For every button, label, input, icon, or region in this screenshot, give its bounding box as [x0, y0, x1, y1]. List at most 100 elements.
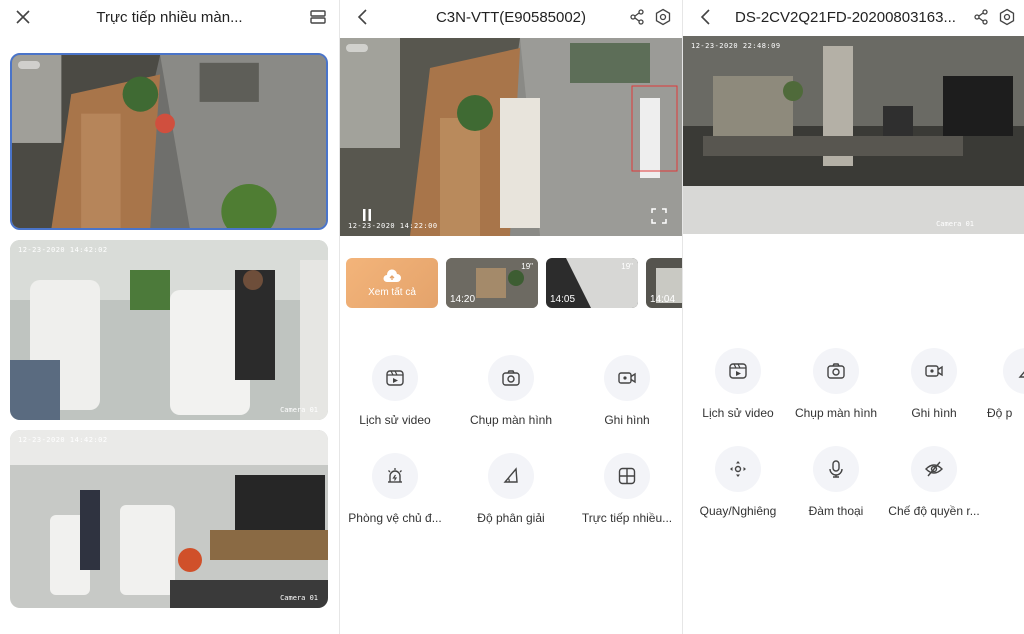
- action-screenshot[interactable]: Chụp màn hình: [781, 348, 891, 420]
- resolution-icon: [1018, 371, 1024, 378]
- record-icon: [618, 372, 636, 384]
- camera-feed-2[interactable]: 12-23-2020 14:42:02 Camera 01: [10, 240, 328, 420]
- action-record[interactable]: Ghi hình: [879, 348, 989, 420]
- video-history-icon: [729, 363, 747, 379]
- action-label: Chụp màn hình: [469, 413, 553, 427]
- brand-logo: [18, 61, 40, 69]
- action-screenshot[interactable]: Chụp màn hình: [456, 355, 566, 427]
- header: C3N-VTT(E90585002): [340, 0, 682, 34]
- feed-image: [683, 36, 1024, 234]
- pan-tilt-icon: [730, 461, 746, 477]
- action-circle[interactable]: [488, 355, 534, 401]
- action-label: Phòng vệ chủ đ...: [348, 511, 442, 525]
- action-record[interactable]: Ghi hình: [572, 355, 682, 427]
- cloud-icon: [383, 269, 401, 282]
- clip-thumbnail[interactable]: 19" 14:20: [446, 258, 538, 308]
- clip-time: 14:05: [550, 294, 576, 305]
- feed-image: [10, 240, 328, 420]
- camera-feed-1[interactable]: [10, 53, 328, 230]
- action-circle[interactable]: [488, 453, 534, 499]
- action-circle[interactable]: [1003, 348, 1024, 394]
- header: DS-2CV2Q21FD-20200803163...: [683, 0, 1024, 34]
- action-label: Quay/Nghiêng: [699, 504, 777, 518]
- action-circle[interactable]: [604, 355, 650, 401]
- fullscreen-icon[interactable]: [651, 208, 667, 224]
- camera-detail-panel-ds: DS-2CV2Q21FD-20200803163... 12-23-2020 2…: [683, 0, 1024, 634]
- action-label: Trực tiếp nhiều...: [581, 511, 673, 525]
- feed-image: [340, 38, 682, 236]
- action-label: Độ p: [987, 406, 1013, 420]
- clip-duration: 19": [521, 262, 533, 271]
- grid-icon: [618, 467, 636, 485]
- action-video-history[interactable]: Lịch sử video: [340, 355, 450, 427]
- action-pan-tilt[interactable]: Quay/Nghiêng: [683, 446, 793, 518]
- alarm-icon: [388, 468, 402, 483]
- multi-view-panel: Trực tiếp nhiều màn... 12-23-2020 14:42:…: [0, 0, 340, 634]
- feed-timestamp: 12-23-2020 14:42:02: [18, 436, 108, 444]
- layout-toggle-icon[interactable]: [309, 8, 327, 26]
- feed-timestamp: 12-23-2020 14:22:00: [348, 222, 438, 230]
- action-label: Ghi hình: [911, 406, 957, 420]
- action-video-history[interactable]: Lịch sử video: [683, 348, 793, 420]
- clip-thumbnail[interactable]: 14:04: [646, 258, 682, 308]
- action-label: Lịch sử video: [702, 406, 774, 420]
- action-label: Chế độ quyền r...: [888, 504, 980, 518]
- action-resolution-partial[interactable]: Độ p: [977, 348, 1024, 420]
- action-label: Chụp màn hình: [794, 406, 878, 420]
- action-active-defense[interactable]: Phòng vệ chủ đ...: [340, 453, 450, 525]
- live-video-feed[interactable]: 12-23-2020 14:22:00: [340, 38, 682, 236]
- share-icon[interactable]: [972, 8, 990, 26]
- action-circle[interactable]: [813, 348, 859, 394]
- action-intercom[interactable]: Đàm thoại: [781, 446, 891, 518]
- page-title: Trực tiếp nhiều màn...: [96, 8, 243, 26]
- action-label: Lịch sử video: [359, 413, 431, 427]
- action-label: Ghi hình: [604, 413, 650, 427]
- action-circle[interactable]: [813, 446, 859, 492]
- pause-icon[interactable]: [360, 208, 374, 222]
- action-circle[interactable]: [911, 446, 957, 492]
- camera-icon: [827, 363, 845, 379]
- back-icon[interactable]: [354, 8, 372, 26]
- camera-detail-panel-c3n: C3N-VTT(E90585002) 12-23-2020 14:22:00 X…: [340, 0, 683, 634]
- settings-icon[interactable]: [998, 8, 1016, 26]
- feed-timestamp: 12-23-2020 22:48:09: [691, 42, 781, 50]
- action-circle[interactable]: [715, 446, 761, 492]
- clip-thumbnail[interactable]: 19" 14:05: [546, 258, 638, 308]
- back-icon[interactable]: [697, 8, 715, 26]
- live-video-feed[interactable]: 12-23-2020 22:48:09 Camera 01: [683, 36, 1024, 234]
- action-circle[interactable]: [911, 348, 957, 394]
- settings-icon[interactable]: [654, 8, 672, 26]
- clip-time: 14:20: [450, 294, 476, 305]
- view-all-label: Xem tất cả: [368, 287, 416, 298]
- share-icon[interactable]: [628, 8, 646, 26]
- camera-icon: [502, 370, 520, 386]
- record-icon: [925, 365, 943, 377]
- clip-thumbnail-strip: Xem tất cả 19" 14:20 19" 14:05 14:04: [346, 258, 682, 308]
- feed-camera-label: Camera 01: [936, 220, 974, 228]
- feed-camera-label: Camera 01: [280, 594, 318, 602]
- action-circle[interactable]: [715, 348, 761, 394]
- feed-image: [12, 55, 326, 228]
- feed-timestamp: 12-23-2020 14:42:02: [18, 246, 108, 254]
- action-label: Độ phân giải: [477, 511, 545, 525]
- resolution-icon: [503, 467, 518, 483]
- action-circle[interactable]: [604, 453, 650, 499]
- action-privacy-mode[interactable]: Chế độ quyền r...: [879, 446, 989, 518]
- header: Trực tiếp nhiều màn...: [0, 0, 339, 34]
- action-circle[interactable]: [372, 453, 418, 499]
- action-circle[interactable]: [372, 355, 418, 401]
- action-multi-live[interactable]: Trực tiếp nhiều...: [572, 453, 682, 525]
- privacy-icon: [925, 461, 943, 477]
- page-title: DS-2CV2Q21FD-20200803163...: [735, 8, 956, 26]
- view-all-button[interactable]: Xem tất cả: [346, 258, 438, 308]
- action-resolution[interactable]: Độ phân giải: [456, 453, 566, 525]
- clip-duration: 19": [621, 262, 633, 271]
- page-title: C3N-VTT(E90585002): [435, 8, 587, 26]
- feed-image: [10, 430, 328, 608]
- feed-camera-label: Camera 01: [280, 406, 318, 414]
- action-label: Đàm thoại: [808, 504, 864, 518]
- brand-logo: [346, 44, 368, 52]
- microphone-icon: [829, 460, 843, 478]
- clip-time: 14:04: [650, 294, 676, 305]
- camera-feed-3[interactable]: 12-23-2020 14:42:02 Camera 01: [10, 430, 328, 608]
